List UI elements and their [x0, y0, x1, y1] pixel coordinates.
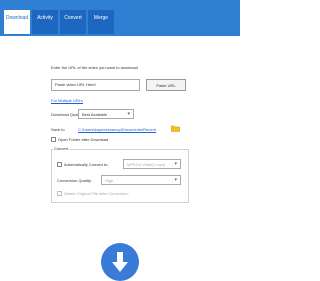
multiple-urls-link[interactable]: For Multiple URLs [51, 98, 83, 103]
chevron-down-icon: ▾ [127, 111, 130, 117]
format-select[interactable]: MPEG4 Video(*.mp4) ▾ [123, 159, 181, 169]
folder-icon[interactable] [171, 124, 180, 132]
delete-original-checkbox[interactable] [57, 191, 62, 196]
chevron-down-icon: ▾ [174, 177, 177, 183]
conversion-quality-label: Conversion Quality: [57, 178, 92, 183]
open-folder-checkbox[interactable] [51, 137, 56, 142]
download-quality-value: Best Available [82, 112, 108, 117]
save-path-link[interactable]: C:\Users\kapeeecsanup\Documents\Recerh [78, 127, 156, 132]
url-label: Enter the URL of the video you want to d… [51, 65, 138, 70]
delete-original-label: Delete Original File after Conversion [64, 191, 129, 196]
conversion-quality-select[interactable]: High ▾ [101, 175, 181, 185]
tab-activity[interactable]: Activity [32, 10, 58, 34]
convert-group-title: Convert [53, 146, 70, 151]
paste-url-button[interactable]: Paste URL [146, 79, 186, 91]
tab-convert[interactable]: Convert [60, 10, 86, 34]
url-input[interactable]: Paste video URL Here! [51, 79, 140, 91]
format-value: MPEG4 Video(*.mp4) [127, 162, 166, 167]
auto-convert-label: Automatically Convert to: [64, 162, 109, 167]
auto-convert-checkbox[interactable] [57, 162, 62, 167]
chevron-down-icon: ▾ [174, 161, 177, 167]
open-folder-label: Open Folder after Download [58, 137, 109, 142]
download-button[interactable] [101, 243, 139, 281]
save-to-label: Save to [51, 127, 65, 132]
tab-download[interactable]: Download [4, 10, 30, 34]
download-arrow-icon [112, 252, 128, 272]
tab-bar: Download Activity Convert Merge [0, 0, 240, 36]
download-quality-select[interactable]: Best Available ▾ [78, 109, 134, 119]
conversion-quality-value: High [105, 178, 114, 183]
tab-merge[interactable]: Merge [88, 10, 114, 34]
